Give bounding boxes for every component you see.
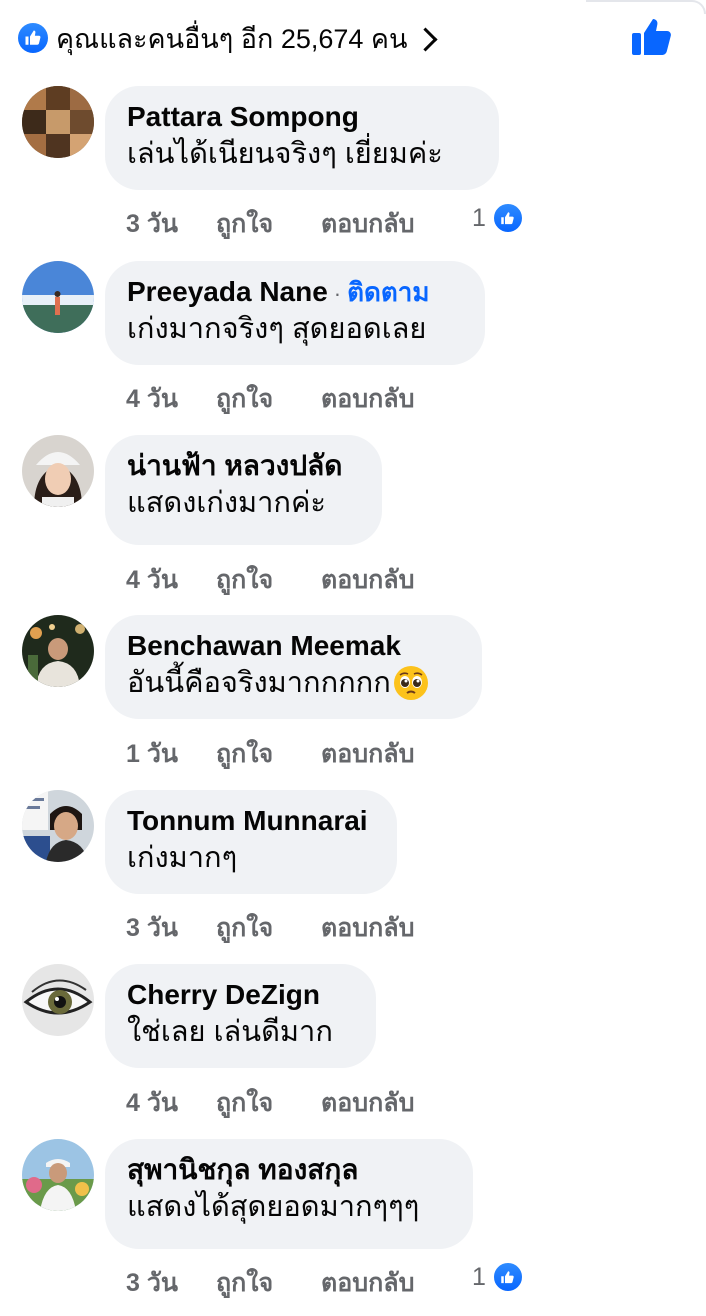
comment-meta: 3 วัน ถูกใจ ตอบกลับ — [126, 204, 414, 244]
like-action-button[interactable]: ถูกใจ — [216, 734, 321, 774]
comment-meta: 3 วัน ถูกใจ ตอบกลับ — [126, 908, 414, 948]
comment-text: เล่นได้เนียนจริงๆ เยี่ยมค่ะ — [127, 138, 443, 170]
comment-author[interactable]: Cherry DeZign — [127, 978, 320, 1012]
separator-dot: · — [333, 281, 342, 306]
comment-text-content: อันนี้คือจริงมากกกกก — [127, 667, 391, 699]
comment-bubble: Cherry DeZign ใช่เลย เล่นดีมาก — [105, 964, 376, 1068]
comment-meta: 1 วัน ถูกใจ ตอบกลับ — [126, 734, 414, 774]
like-action-button[interactable]: ถูกใจ — [216, 1083, 321, 1123]
comment-meta: 3 วัน ถูกใจ ตอบกลับ — [126, 1263, 414, 1303]
thumbs-up-icon — [632, 19, 671, 55]
reactions-summary[interactable]: คุณและคนอื่นๆ อีก 25,674 คน — [18, 18, 488, 58]
reactions-count-text: คุณและคนอื่นๆ อีก 25,674 คน — [56, 23, 408, 54]
comment-time[interactable]: 4 วัน — [126, 560, 216, 600]
reply-action-button[interactable]: ตอบกลับ — [321, 560, 414, 600]
reaction-count-number: 1 — [472, 1262, 486, 1291]
comment-bubble: Preeyada Nane · ติดตาม เก่งมากจริงๆ สุดย… — [105, 261, 485, 365]
like-action-button[interactable]: ถูกใจ — [216, 379, 321, 419]
avatar[interactable] — [22, 435, 94, 507]
card-edge — [586, 0, 706, 14]
reply-action-button[interactable]: ตอบกลับ — [321, 908, 414, 948]
avatar[interactable] — [22, 615, 94, 687]
like-action-button[interactable]: ถูกใจ — [216, 1263, 321, 1303]
avatar[interactable] — [22, 1139, 94, 1211]
reaction-count-number: 1 — [472, 203, 486, 232]
comment-meta: 4 วัน ถูกใจ ตอบกลับ — [126, 379, 414, 419]
like-action-button[interactable]: ถูกใจ — [216, 560, 321, 600]
reaction-count[interactable]: 1 — [472, 1261, 524, 1293]
reply-action-button[interactable]: ตอบกลับ — [321, 204, 414, 244]
comment-meta: 4 วัน ถูกใจ ตอบกลับ — [126, 560, 414, 600]
avatar[interactable] — [22, 261, 94, 333]
comment-time[interactable]: 3 วัน — [126, 908, 216, 948]
comment-bubble: Tonnum Munnarai เก่งมากๆ — [105, 790, 397, 894]
comment-text: แสดงเก่งมากค่ะ — [127, 487, 326, 519]
avatar[interactable] — [22, 86, 94, 158]
like-icon — [491, 1261, 524, 1293]
comment-bubble: Pattara Sompong เล่นได้เนียนจริงๆ เยี่ยม… — [105, 86, 499, 190]
comment-time[interactable]: 4 วัน — [126, 379, 216, 419]
avatar[interactable] — [22, 964, 94, 1036]
comment-meta: 4 วัน ถูกใจ ตอบกลับ — [126, 1083, 414, 1123]
comment-bubble: Benchawan Meemak อันนี้คือจริงมากกกกก — [105, 615, 482, 719]
reply-action-button[interactable]: ตอบกลับ — [321, 734, 414, 774]
reply-action-button[interactable]: ตอบกลับ — [321, 379, 414, 419]
reply-action-button[interactable]: ตอบกลับ — [321, 1263, 414, 1303]
comment-text: เก่งมากๆ — [127, 842, 238, 874]
chevron-right-icon — [413, 26, 438, 52]
comment-text: แสดงได้สุดยอดมากๆๆๆ — [127, 1191, 420, 1223]
comment-author[interactable]: Benchawan Meemak — [127, 629, 401, 663]
pleading-face-emoji — [393, 666, 428, 700]
like-action-button[interactable]: ถูกใจ — [216, 908, 321, 948]
comment-time[interactable]: 1 วัน — [126, 734, 216, 774]
comment-author[interactable]: น่านฟ้า หลวงปลัด — [127, 449, 342, 483]
like-action-button[interactable]: ถูกใจ — [216, 204, 321, 244]
comment-author[interactable]: Tonnum Munnarai — [127, 804, 368, 838]
avatar[interactable] — [22, 790, 94, 862]
like-icon — [491, 202, 524, 234]
reply-action-button[interactable]: ตอบกลับ — [321, 1083, 414, 1123]
comment-time[interactable]: 4 วัน — [126, 1083, 216, 1123]
comment-text: ใช่เลย เล่นดีมาก — [127, 1016, 333, 1048]
comment-text: อันนี้คือจริงมากกกกก — [127, 663, 460, 703]
comment-text: เก่งมากจริงๆ สุดยอดเลย — [127, 313, 427, 345]
comment-bubble: น่านฟ้า หลวงปลัด แสดงเก่งมากค่ะ — [105, 435, 382, 545]
comment-bubble: สุพานิชกุล ทองสกุล แสดงได้สุดยอดมากๆๆๆ — [105, 1139, 473, 1249]
follow-button[interactable]: ติดตาม — [347, 275, 429, 309]
reaction-count[interactable]: 1 — [472, 202, 524, 234]
comment-author[interactable]: Pattara Sompong — [127, 100, 359, 134]
comment-time[interactable]: 3 วัน — [126, 1263, 216, 1303]
comment-author[interactable]: Preeyada Nane — [127, 275, 328, 309]
comment-author[interactable]: สุพานิชกุล ทองสกุล — [127, 1153, 358, 1187]
like-button[interactable] — [630, 16, 674, 58]
comment-time[interactable]: 3 วัน — [126, 204, 216, 244]
like-icon — [18, 23, 48, 53]
